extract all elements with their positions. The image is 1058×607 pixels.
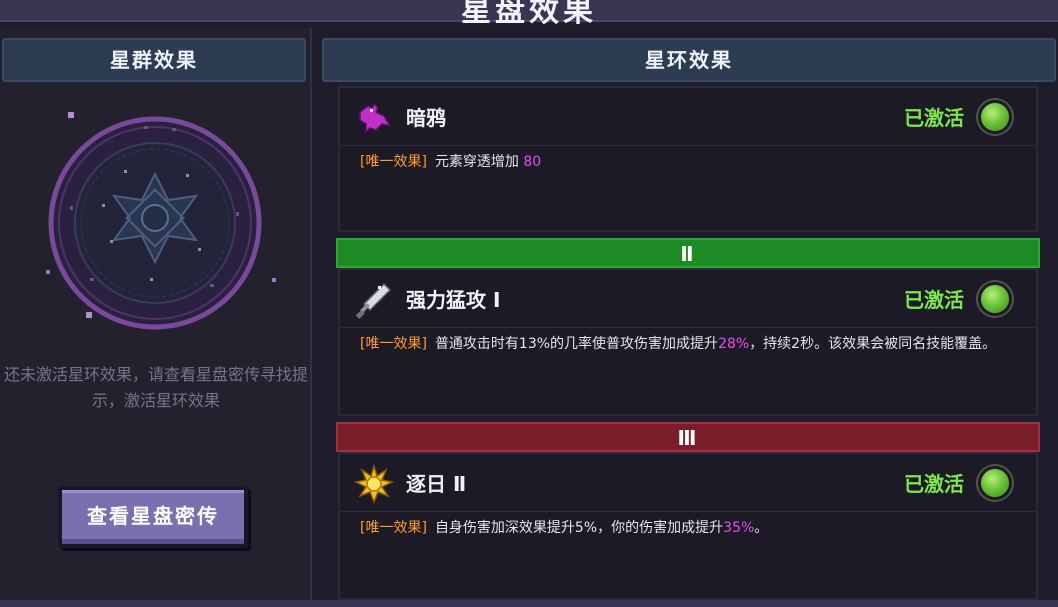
effect-value: 35%: [723, 520, 755, 536]
effect-text: 普通攻击时有13%的几率使普攻伤害加成提升: [434, 336, 719, 352]
effect-value: 28%: [718, 336, 750, 352]
unique-effect-tag: [唯一效果]: [360, 336, 427, 352]
view-star-disc-secrets-button[interactable]: 查看星盘密传: [58, 486, 248, 548]
effect-card-raven: 暗鸦 已激活 [唯一效果] 元素穿透增加 80: [338, 86, 1038, 232]
sparkle-icon: [46, 270, 50, 274]
status-orb-icon: [978, 100, 1012, 134]
sword-icon: [355, 282, 392, 319]
sun-icon: [354, 464, 394, 504]
effect-name: 逐日 Ⅱ: [406, 472, 467, 496]
effect-card-powerful-assault: 强力猛攻 Ⅰ 已激活 [唯一效果] 普通攻击时有13%的几率使普攻伤害加成提升28…: [338, 268, 1038, 416]
star-ring-header: 星环效果: [322, 38, 1056, 82]
effect-text: 元素穿透增加: [434, 154, 524, 170]
effect-text-end: ，持续2秒。该效果会被同名技能覆盖。: [749, 336, 997, 352]
effect-name: 强力猛攻 Ⅰ: [406, 288, 501, 312]
status-orb-icon: [978, 282, 1012, 316]
unique-effect-tag: [唯一效果]: [360, 154, 427, 170]
sparkle-icon: [272, 278, 276, 282]
effect-status: 已激活: [904, 288, 964, 312]
unique-effect-tag: [唯一效果]: [360, 520, 427, 536]
activation-hint: 还未激活星环效果，请查看星盘密传寻找提示，激活星环效果: [4, 365, 309, 410]
effect-card-head: 暗鸦 已激活: [340, 88, 1036, 146]
effect-description: [唯一效果] 自身伤害加深效果提升5%，你的伤害加成提升35%。: [360, 518, 1022, 538]
tier-band-2: Ⅱ: [336, 238, 1040, 268]
effect-name: 暗鸦: [406, 106, 446, 130]
bottom-edge: [0, 600, 1058, 607]
effect-status: 已激活: [904, 106, 964, 130]
sparkle-icon: [86, 312, 92, 318]
effect-card-head: 强力猛攻 Ⅰ 已激活: [340, 270, 1036, 328]
status-orb-icon: [978, 466, 1012, 500]
star-disc-emblem-icon: [48, 116, 262, 330]
effect-description: [唯一效果] 元素穿透增加 80: [360, 152, 1022, 172]
effect-card-chasing-sun: 逐日 Ⅱ 已激活 [唯一效果] 自身伤害加深效果提升5%，你的伤害加成提升35%。: [338, 452, 1038, 600]
effect-value: 80: [523, 154, 542, 170]
effect-description: [唯一效果] 普通攻击时有13%的几率使普攻伤害加成提升28%，持续2秒。该效果会…: [360, 334, 1022, 354]
tier-band-3: Ⅲ: [336, 422, 1040, 452]
effect-status: 已激活: [904, 472, 964, 496]
page-title: 星盘效果: [461, 0, 597, 29]
constellation-header: 星群效果: [2, 38, 306, 82]
top-bar: 星盘效果: [0, 0, 1058, 29]
effect-text-end: 。: [754, 520, 769, 536]
effect-text: 自身伤害加深效果提升5%，你的伤害加成提升: [434, 520, 724, 536]
raven-icon: [359, 102, 392, 134]
sparkle-icon: [68, 112, 74, 118]
effect-card-head: 逐日 Ⅱ 已激活: [340, 454, 1036, 512]
